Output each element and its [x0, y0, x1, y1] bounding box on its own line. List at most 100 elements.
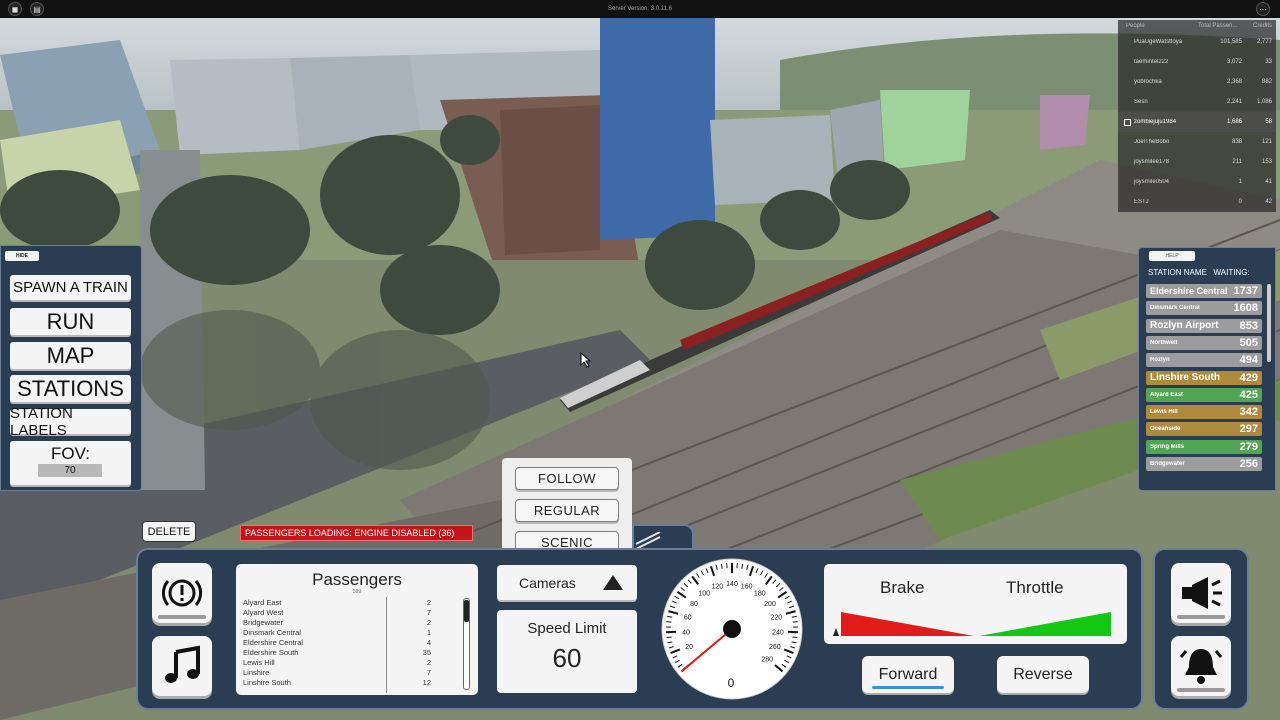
passengers-panel: Passengers 599 Alyard East 2 Alyard West 7 B…	[236, 564, 478, 695]
station-name: Northwell	[1150, 339, 1178, 346]
station-row[interactable]: Rozlyn 494	[1146, 353, 1262, 368]
player-passengers: 1	[1238, 179, 1242, 185]
passenger-row: Bridgewater 2	[243, 618, 431, 628]
passenger-list-scrollbar[interactable]	[463, 598, 470, 690]
station-row[interactable]: Rozlyn Airport 853	[1146, 318, 1262, 333]
player-name: PuaUgeWatsttoya	[1134, 39, 1183, 45]
player-name: taemintel222	[1134, 59, 1169, 65]
brake-warning-button[interactable]	[152, 563, 212, 623]
passengers-total: 599	[352, 589, 362, 595]
chat-icon[interactable]: ▤	[30, 2, 44, 16]
brake-warning-icon	[161, 579, 203, 607]
passenger-count: 1	[426, 628, 431, 637]
passenger-destination: Bridgewater	[243, 618, 284, 627]
station-waiting-count: 256	[1239, 458, 1258, 470]
passenger-destination: Alyard East	[243, 598, 282, 607]
station-row[interactable]: Lewis Hill 342	[1146, 405, 1262, 420]
station-waiting-count: 1608	[1233, 302, 1258, 315]
cameras-toggle-button[interactable]: Cameras	[497, 565, 637, 600]
station-row[interactable]: Oceanside 297	[1146, 422, 1262, 437]
leaderboard-row[interactable]: JoelTheBobo 838 121	[1118, 132, 1276, 152]
brake-warning-indicator	[158, 615, 206, 619]
station-row[interactable]: Northwell 505	[1146, 335, 1262, 350]
station-waiting-count: 505	[1239, 336, 1258, 349]
speed-limit-label: Speed Limit	[527, 620, 607, 637]
leaderboard-row[interactable]: taemintel222 3,072 33	[1118, 52, 1276, 72]
passenger-destination: Eldershire Central	[243, 638, 304, 647]
station-row[interactable]: Spring Mills 279	[1146, 439, 1262, 454]
station-name: Linshire South	[1150, 372, 1220, 383]
speedometer-tick	[666, 621, 672, 623]
brake-throttle-lever[interactable]: Brake Throttle	[824, 564, 1127, 644]
stations-button[interactable]: STATIONS	[10, 375, 131, 402]
more-menu-icon[interactable]: ⋯	[1256, 2, 1270, 16]
station-name: Bridgewater	[1150, 461, 1185, 467]
passenger-row: Eldershire South 35	[243, 648, 431, 658]
station-waiting-count: 1737	[1233, 285, 1258, 297]
music-button[interactable]	[152, 636, 212, 696]
speed-readout: 0	[728, 676, 735, 690]
delete-train-button[interactable]: DELETE	[142, 521, 196, 542]
speedometer-tick-label: 40	[682, 629, 690, 636]
leaderboard-row[interactable]: joysmile0504 1 41	[1118, 172, 1276, 192]
throttle-wedge	[979, 612, 1111, 636]
fov-input[interactable]: 70	[38, 464, 102, 477]
passenger-count: 2	[426, 658, 431, 667]
leaderboard-row[interactable]: Sesn 2,241 1,086	[1118, 92, 1276, 112]
forward-button[interactable]: Forward	[862, 656, 954, 693]
spawn-train-button[interactable]: SPAWN A TRAIN	[10, 275, 131, 300]
scroll-thumb[interactable]	[464, 600, 469, 622]
mouse-cursor-icon	[580, 352, 592, 368]
station-waiting-count: 279	[1239, 440, 1258, 453]
leaderboard-row-self[interactable]: zombiejuju1984 1,686 58	[1118, 112, 1276, 132]
speedometer-tick-label: 60	[684, 615, 692, 622]
station-list-scrollbar[interactable]	[1267, 284, 1271, 362]
station-row[interactable]: Alyard East 425	[1146, 387, 1262, 402]
station-row[interactable]: Eldershire Central 1737	[1146, 284, 1262, 298]
hide-menu-button[interactable]: HIDE	[5, 251, 39, 261]
player-passengers: 2,241	[1226, 99, 1242, 105]
speedometer-tick-label: 220	[770, 615, 782, 622]
roblox-logo-icon[interactable]: ◼	[8, 2, 22, 16]
leaderboard-row[interactable]: PuaUgeWatsttoya 101,585 2,777	[1118, 32, 1276, 52]
reverse-button[interactable]: Reverse	[997, 656, 1089, 693]
leaderboard-row[interactable]: ESTJ 0 42	[1118, 192, 1276, 212]
station-name: Alyard East	[1150, 391, 1184, 398]
camera-regular-button[interactable]: REGULAR	[515, 499, 619, 522]
leaderboard-col-passengers: Total Passen...	[1198, 23, 1238, 29]
leaderboard-row[interactable]: yobrochka 2,368 882	[1118, 72, 1276, 92]
speedometer-tick-label: 120	[712, 583, 724, 590]
passenger-count: 4	[426, 638, 431, 647]
passenger-row: Eldershire Central 4	[243, 638, 431, 648]
horn-icon	[1182, 577, 1222, 609]
station-row[interactable]: Linshire South 429	[1146, 370, 1262, 385]
player-passengers: 0	[1238, 199, 1242, 205]
station-name: Oceanside	[1150, 426, 1181, 433]
cameras-label: Cameras	[519, 574, 576, 591]
help-button[interactable]: HELP	[1149, 251, 1195, 261]
passenger-count: 12	[422, 678, 431, 687]
player-name: Sesn	[1134, 99, 1148, 105]
run-button[interactable]: RUN	[10, 308, 131, 335]
leaderboard-row[interactable]: joysmilee178 211 153	[1118, 152, 1276, 172]
player-passengers: 101,585	[1220, 39, 1242, 45]
player-name: zombiejuju1984	[1134, 119, 1177, 125]
map-button[interactable]: MAP	[10, 342, 131, 369]
fov-control: FOV:	[10, 441, 131, 485]
station-name: Eldershire Central	[1150, 286, 1228, 296]
speed-limit-display: Speed Limit 60	[497, 610, 637, 693]
station-waiting-count: 494	[1239, 354, 1258, 367]
station-row[interactable]: Dinsmark Central 1608	[1146, 301, 1262, 316]
brake-throttle-slider[interactable]	[824, 564, 1127, 644]
player-passengers: 838	[1231, 139, 1242, 145]
station-list-header: STATION NAME WAITING:	[1148, 268, 1250, 277]
horn-button[interactable]	[1171, 563, 1231, 623]
station-name: Rozlyn Airport	[1150, 320, 1219, 332]
speedometer-tick	[666, 636, 672, 639]
leaderboard-header: People Total Passen... Credits	[1118, 20, 1276, 32]
station-row[interactable]: Bridgewater 256	[1146, 457, 1262, 471]
player-passengers: 211	[1232, 159, 1242, 165]
station-labels-button[interactable]: STATION LABELS	[10, 405, 131, 439]
bell-button[interactable]	[1171, 636, 1231, 696]
camera-follow-button[interactable]: FOLLOW	[515, 467, 619, 490]
